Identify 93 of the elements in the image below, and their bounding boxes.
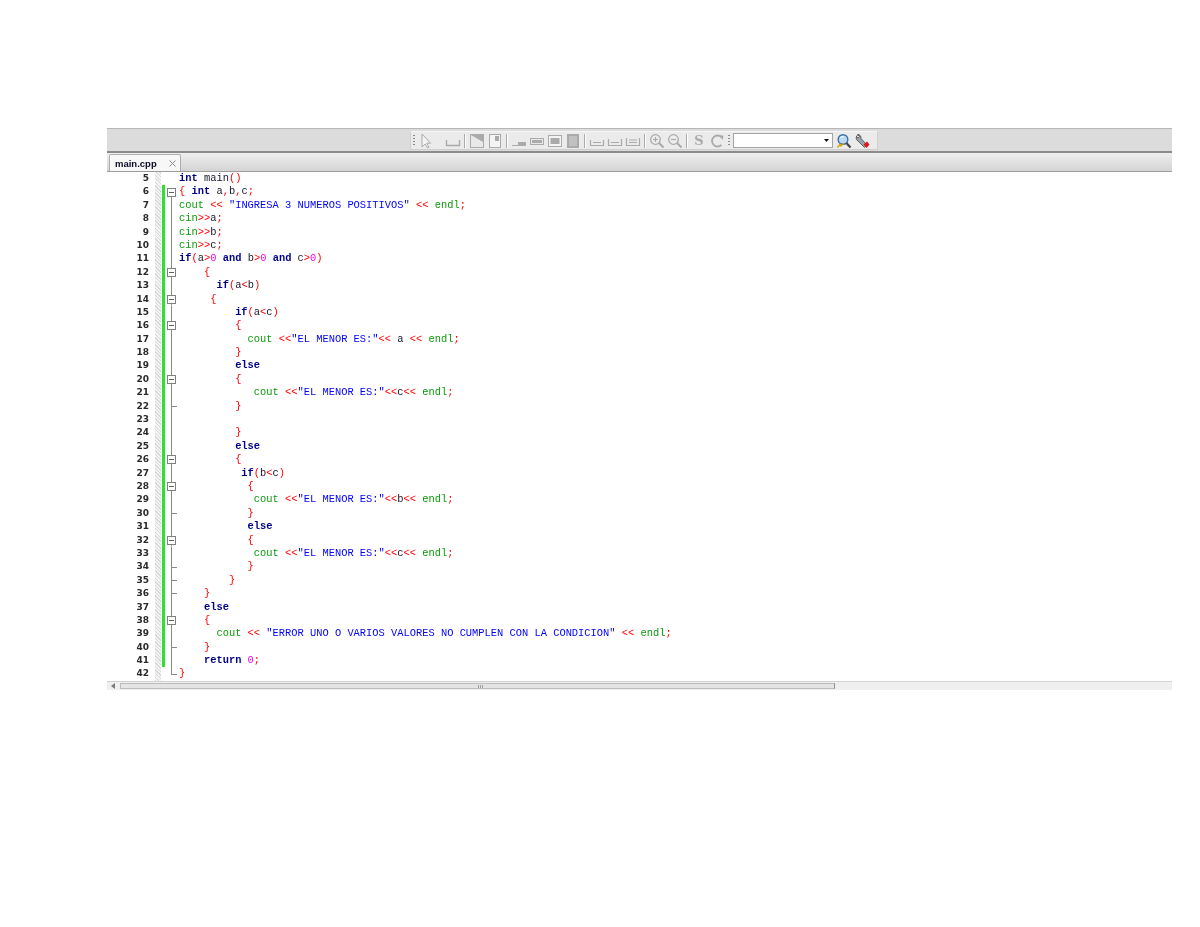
line-number: 9: [141, 225, 149, 239]
line-number: 16: [135, 319, 149, 333]
code-line: }: [228, 573, 236, 588]
line-number: 39: [135, 627, 149, 641]
code-line: cout <<"EL MENOR ES:"<<c<< endl;: [253, 546, 454, 561]
line-number: 12: [135, 265, 149, 279]
code-line: {: [203, 265, 211, 280]
fold-toggle-icon[interactable]: [167, 482, 176, 492]
code-line: }: [179, 667, 186, 681]
line-number: 20: [135, 372, 149, 386]
code-line: }: [203, 587, 211, 601]
line-number: 11: [135, 252, 149, 266]
line-number: 18: [135, 346, 149, 360]
wrench-icon[interactable]: [854, 132, 870, 149]
line-number: 28: [135, 480, 149, 493]
line-number: 37: [135, 600, 149, 614]
line-number: 31: [135, 520, 149, 534]
fold-toggle-icon[interactable]: [167, 294, 176, 304]
line-number: 5: [141, 172, 149, 185]
line-number: 10: [135, 238, 149, 252]
fold-toggle-icon[interactable]: [167, 321, 176, 331]
magnifier-icon[interactable]: [836, 132, 852, 149]
line-number: 17: [135, 332, 149, 346]
line-number: 13: [135, 279, 149, 293]
code-line: if(a>0 and b>0 and c>0): [179, 252, 323, 266]
code-line: cout << "INGRESA 3 NUMEROS POSITIVOS" << endl;: [179, 198, 466, 213]
dropdown-field[interactable]: [733, 133, 833, 148]
code-line: {: [210, 292, 217, 306]
code-line: return 0;: [203, 654, 261, 668]
code-line: }: [235, 346, 242, 360]
file-tab[interactable]: main.cpp: [109, 154, 181, 171]
line-number: 36: [135, 587, 149, 601]
line-number: 38: [135, 613, 149, 627]
code-line: cout << "ERROR UNO O VARIOS VALORES NO CUMPLEN CON LA CONDICION" << endl;: [216, 627, 672, 641]
code-line: cin>>b;: [179, 225, 223, 239]
line-number: 19: [135, 359, 149, 373]
fold-toggle-icon[interactable]: [167, 267, 176, 277]
code-line: {: [203, 613, 211, 628]
fold-toggle-icon[interactable]: [167, 455, 176, 465]
code-line: if(b<c): [241, 466, 286, 480]
line-number: 22: [135, 399, 149, 413]
code-line: if(a<c): [235, 305, 279, 320]
line-number: 30: [135, 506, 149, 520]
code-line: {: [235, 372, 242, 387]
code-line: {: [235, 319, 242, 333]
horizontal-scrollbar[interactable]: [107, 681, 1172, 690]
code-line: cout <<"EL MENOR ES:"<<c<< endl;: [253, 386, 454, 400]
code-line: }: [235, 399, 242, 414]
line-number: 23: [135, 413, 149, 427]
code-line: cout <<"EL MENOR ES:"<< a << endl;: [247, 332, 460, 347]
line-number: 42: [135, 667, 149, 681]
fold-toggle-icon[interactable]: [167, 535, 176, 545]
line-number: 6: [141, 185, 149, 199]
fold-toggle-icon[interactable]: [167, 616, 176, 626]
code-line: }: [235, 426, 242, 440]
code-line: {: [247, 533, 254, 547]
scrollbar-thumb[interactable]: [120, 683, 835, 689]
code-line: }: [203, 640, 211, 655]
code-line: else: [203, 600, 229, 614]
code-line: int main(): [179, 172, 242, 186]
line-number: 35: [135, 573, 149, 587]
code-line: else: [235, 439, 261, 454]
line-number: 34: [135, 560, 149, 574]
scroll-left-icon[interactable]: [111, 683, 115, 689]
code-line: { int a,b,c;: [179, 185, 254, 199]
line-number: 27: [135, 466, 149, 480]
line-number: 14: [135, 292, 149, 306]
code-line: else: [247, 520, 273, 534]
line-number: 29: [135, 493, 149, 507]
line-number: 8: [141, 212, 149, 226]
line-number: 41: [135, 654, 149, 668]
line-number: 25: [135, 439, 149, 453]
code-line: {: [235, 453, 242, 467]
line-number: 26: [135, 453, 149, 467]
line-number: 24: [135, 426, 149, 440]
line-number: 7: [141, 198, 149, 212]
line-number: 33: [135, 546, 149, 560]
code-line: }: [247, 560, 254, 574]
code-line: cin>>a;: [179, 212, 223, 226]
code-line: else: [235, 359, 261, 373]
line-number: 21: [135, 386, 149, 400]
line-number: 32: [135, 533, 149, 547]
line-number: 40: [135, 640, 149, 654]
code-line: if(a<b): [216, 279, 261, 293]
fold-toggle-icon[interactable]: [167, 187, 176, 197]
fold-toggle-icon[interactable]: [167, 375, 176, 385]
close-icon[interactable]: [168, 159, 176, 167]
dropdown-caret-icon[interactable]: [824, 139, 829, 142]
code-line: cin>>c;: [179, 238, 223, 253]
code-line: {: [247, 480, 254, 494]
code-line: }: [247, 506, 254, 521]
code-line: cout <<"EL MENOR ES:"<<b<< endl;: [253, 493, 454, 507]
line-number: 15: [135, 305, 149, 319]
